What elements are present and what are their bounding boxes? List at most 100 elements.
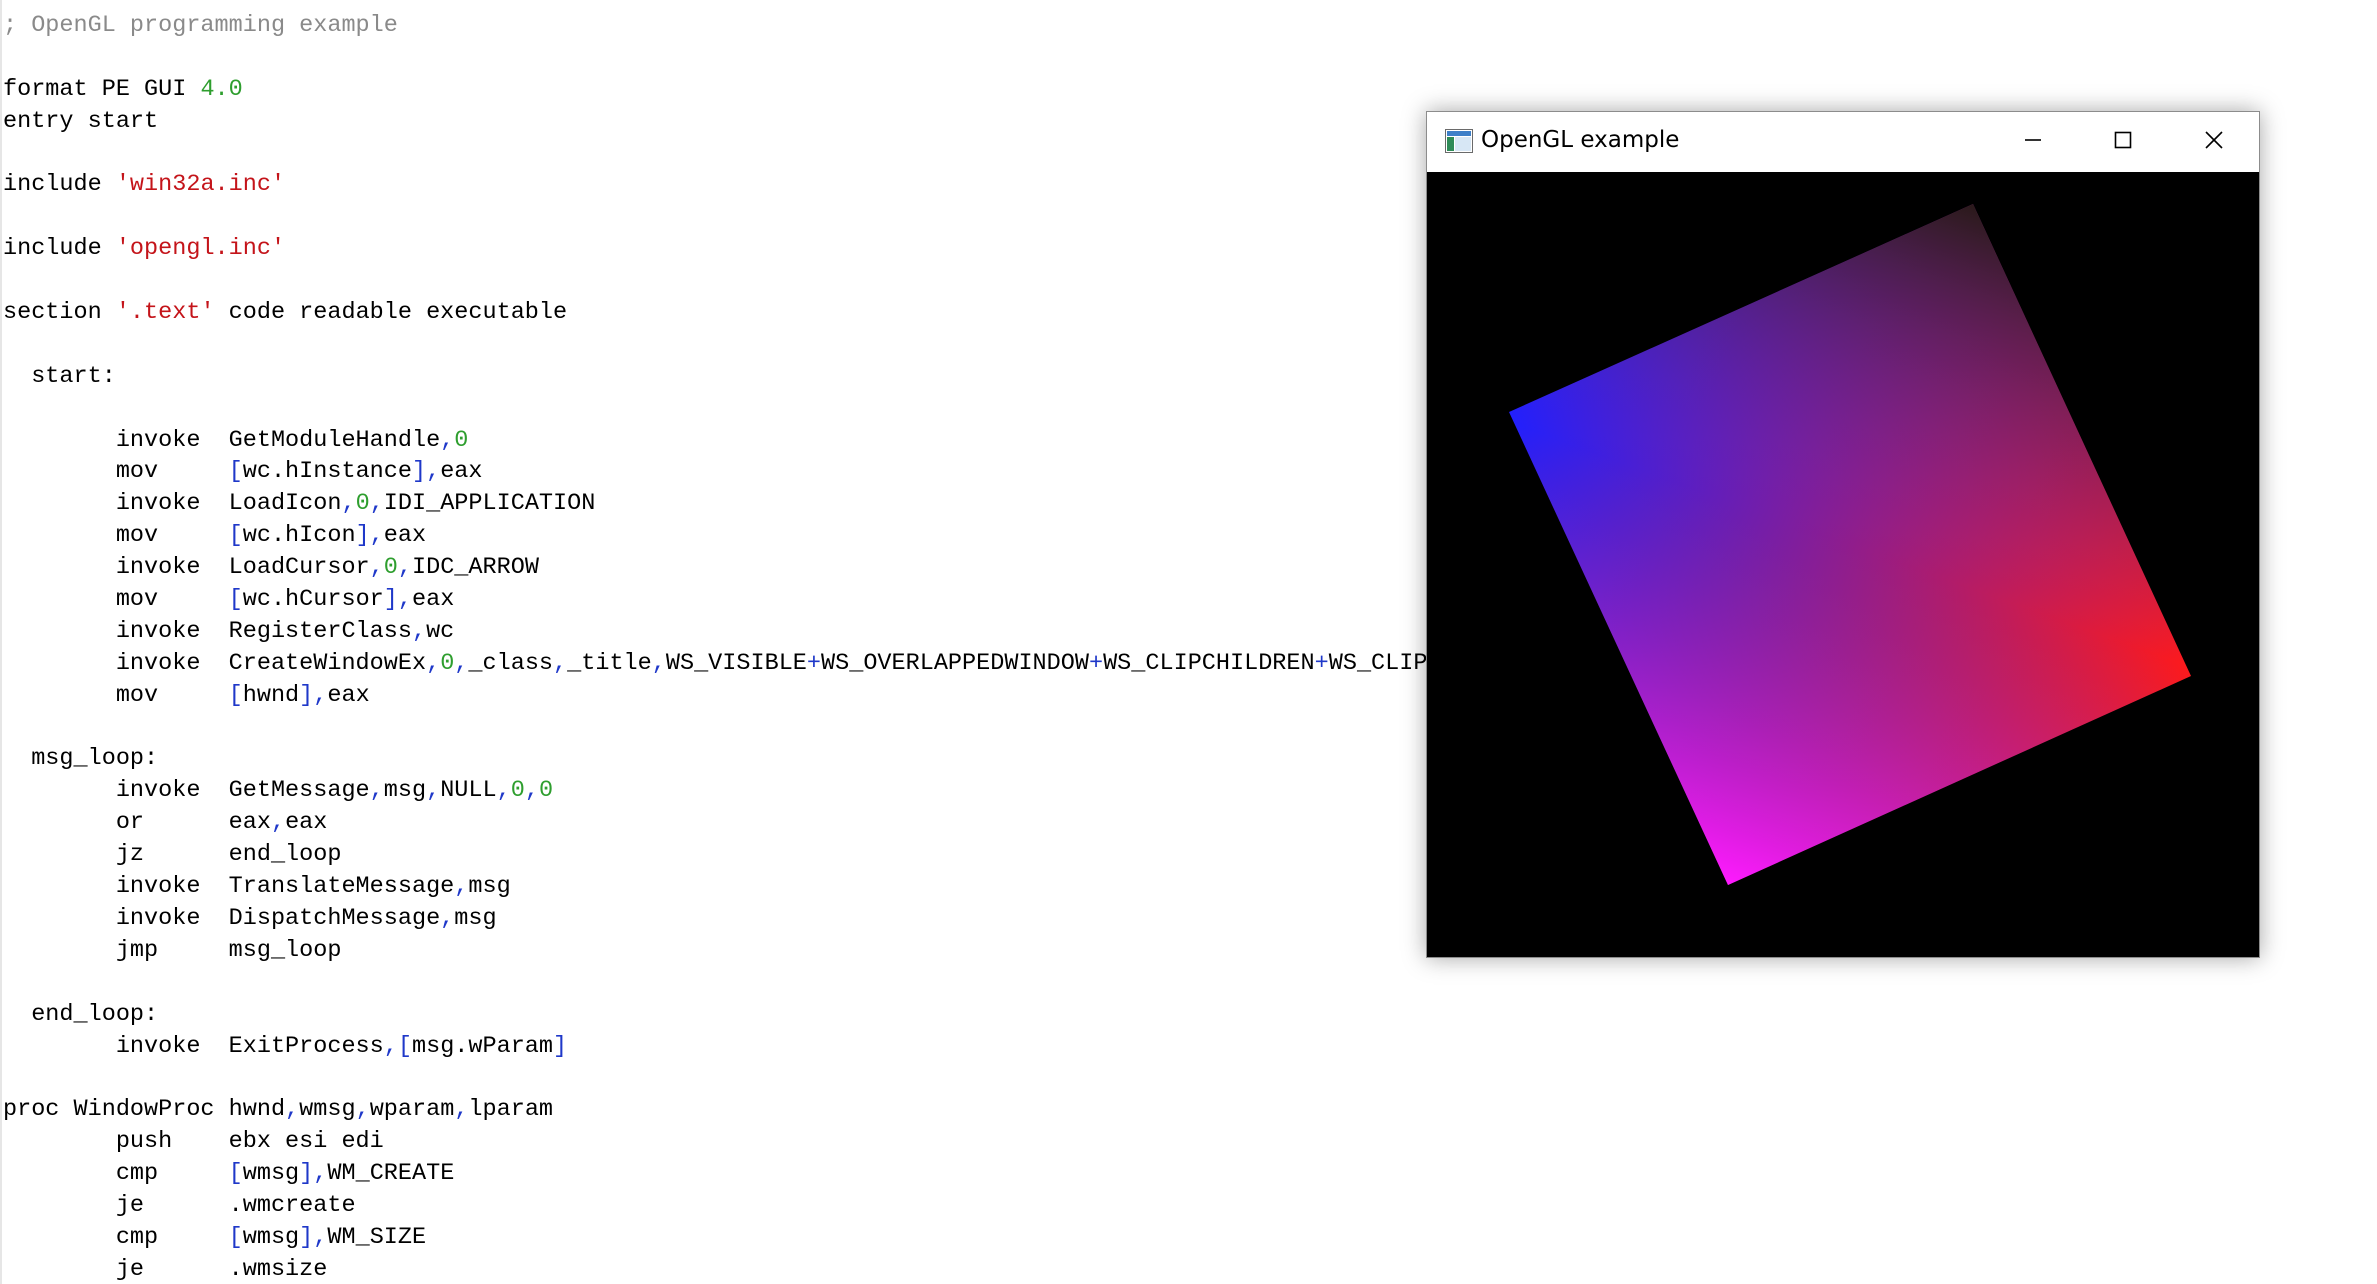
minimize-button[interactable] bbox=[1988, 112, 2078, 172]
editor-gutter-divider bbox=[0, 0, 2, 1284]
code-token: msg.wParam bbox=[411, 1032, 554, 1060]
code-token: WS_CLIPCHILDREN bbox=[1103, 649, 1315, 677]
code-line: proc WindowProc hwnd,wmsg,wparam,lparam bbox=[3, 1094, 2161, 1126]
code-line: push ebx esi edi bbox=[3, 1126, 2161, 1158]
code-token: jmp msg_loop bbox=[3, 936, 342, 964]
code-token: , bbox=[369, 554, 384, 582]
window-title: OpenGL example bbox=[1481, 127, 1680, 153]
code-token: ], bbox=[299, 681, 328, 709]
opengl-render-viewport[interactable] bbox=[1427, 172, 2259, 957]
code-token: NULL bbox=[440, 777, 497, 805]
code-token: section bbox=[3, 299, 116, 327]
code-token: WS_OVERLAPPEDWINDOW bbox=[821, 649, 1089, 677]
app-window-icon bbox=[1445, 129, 1473, 153]
code-line: format PE GUI 4.0 bbox=[3, 74, 2161, 106]
code-token: je .wmcreate bbox=[3, 1191, 356, 1219]
code-token: wmsg bbox=[242, 1160, 300, 1188]
maximize-icon bbox=[2112, 129, 2134, 156]
close-icon bbox=[2203, 129, 2225, 156]
code-token: , bbox=[397, 554, 412, 582]
code-token: mov bbox=[3, 586, 229, 614]
code-token: , bbox=[426, 777, 441, 805]
code-token: [ bbox=[228, 1160, 243, 1188]
code-token: ], bbox=[299, 1160, 328, 1188]
code-token: invoke TranslateMessage bbox=[3, 873, 455, 901]
code-token: msg bbox=[454, 904, 497, 932]
code-token: [ bbox=[228, 681, 243, 709]
code-token: ], bbox=[383, 586, 412, 614]
code-token: lparam bbox=[468, 1096, 554, 1124]
code-token: invoke DispatchMessage bbox=[3, 904, 441, 932]
code-line: ​ bbox=[3, 1062, 2161, 1094]
code-line: end_loop: bbox=[3, 999, 2161, 1031]
code-line: cmp [wmsg],WM_SIZE bbox=[3, 1222, 2161, 1254]
code-token: eax bbox=[383, 522, 427, 550]
code-token: msg_loop: bbox=[3, 745, 159, 773]
code-token: [ bbox=[228, 522, 243, 550]
code-token: wmsg bbox=[299, 1096, 356, 1124]
minimize-icon bbox=[2022, 129, 2044, 156]
code-token: invoke GetMessage bbox=[3, 777, 370, 805]
code-token: eax bbox=[440, 458, 483, 486]
code-token: , bbox=[285, 1096, 300, 1124]
code-token: ,[ bbox=[383, 1032, 412, 1060]
code-token: , bbox=[440, 904, 455, 932]
code-token: WM_SIZE bbox=[327, 1223, 427, 1251]
maximize-button[interactable] bbox=[2078, 112, 2168, 172]
code-token: invoke LoadCursor bbox=[3, 554, 370, 582]
code-token: , bbox=[341, 490, 356, 518]
code-line: je .wmcreate bbox=[3, 1190, 2161, 1222]
window-titlebar[interactable]: OpenGL example bbox=[1427, 112, 2259, 172]
code-line: invoke ExitProcess,[msg.wParam] bbox=[3, 1031, 2161, 1063]
code-token: ] bbox=[553, 1032, 568, 1060]
code-token: , bbox=[454, 649, 469, 677]
code-line: ; OpenGL programming example bbox=[3, 10, 2161, 42]
code-token: , bbox=[440, 426, 455, 454]
code-token: , bbox=[496, 777, 511, 805]
code-line: ​ bbox=[3, 42, 2161, 74]
code-token: invoke CreateWindowEx bbox=[3, 649, 427, 677]
code-token: 4.0 bbox=[200, 75, 243, 103]
code-token: start: bbox=[3, 362, 116, 390]
code-token: jz end_loop bbox=[3, 841, 342, 869]
code-token: [ bbox=[228, 1223, 243, 1251]
code-token: ], bbox=[411, 458, 441, 486]
code-token: je .wmsize bbox=[3, 1255, 328, 1283]
rendered-gradient-quad bbox=[1509, 204, 2191, 885]
code-token: wc.hInstance bbox=[242, 458, 412, 486]
code-token: , bbox=[553, 649, 568, 677]
code-token: mov bbox=[3, 522, 229, 550]
code-token: '.text' bbox=[115, 299, 215, 327]
code-token: [ bbox=[228, 586, 243, 614]
code-token: + bbox=[1314, 649, 1329, 677]
code-token: IDC_ARROW bbox=[412, 554, 539, 582]
code-token: , bbox=[355, 1096, 370, 1124]
code-token: WS_VISIBLE bbox=[665, 649, 807, 677]
code-token: , bbox=[524, 777, 539, 805]
code-line: ​ bbox=[3, 967, 2161, 999]
code-token: _class bbox=[468, 649, 554, 677]
code-token: , bbox=[454, 873, 469, 901]
code-token: mov bbox=[3, 458, 229, 486]
code-token: 0 bbox=[355, 490, 370, 518]
code-token: msg bbox=[468, 873, 511, 901]
code-token: invoke GetModuleHandle bbox=[3, 426, 441, 454]
code-token: 0 bbox=[454, 426, 469, 454]
code-token: wc.hIcon bbox=[242, 522, 356, 550]
code-token: cmp bbox=[3, 1160, 229, 1188]
code-token: hwnd bbox=[242, 681, 300, 709]
code-token: push ebx esi edi bbox=[3, 1128, 384, 1156]
code-token: , bbox=[454, 1096, 469, 1124]
opengl-example-window[interactable]: OpenGL example bbox=[1426, 111, 2260, 958]
code-token: proc WindowProc hwnd bbox=[3, 1096, 286, 1124]
code-token: wc bbox=[426, 617, 455, 645]
close-button[interactable] bbox=[2169, 112, 2259, 172]
code-token: ], bbox=[299, 1223, 328, 1251]
code-token: invoke RegisterClass bbox=[3, 617, 412, 645]
code-token: , bbox=[369, 490, 384, 518]
code-token: 'win32a.inc' bbox=[115, 171, 286, 199]
code-token: include bbox=[3, 235, 116, 263]
code-token: wmsg bbox=[242, 1223, 300, 1251]
code-token: 0 bbox=[538, 777, 554, 805]
code-token: IDI_APPLICATION bbox=[383, 490, 596, 518]
